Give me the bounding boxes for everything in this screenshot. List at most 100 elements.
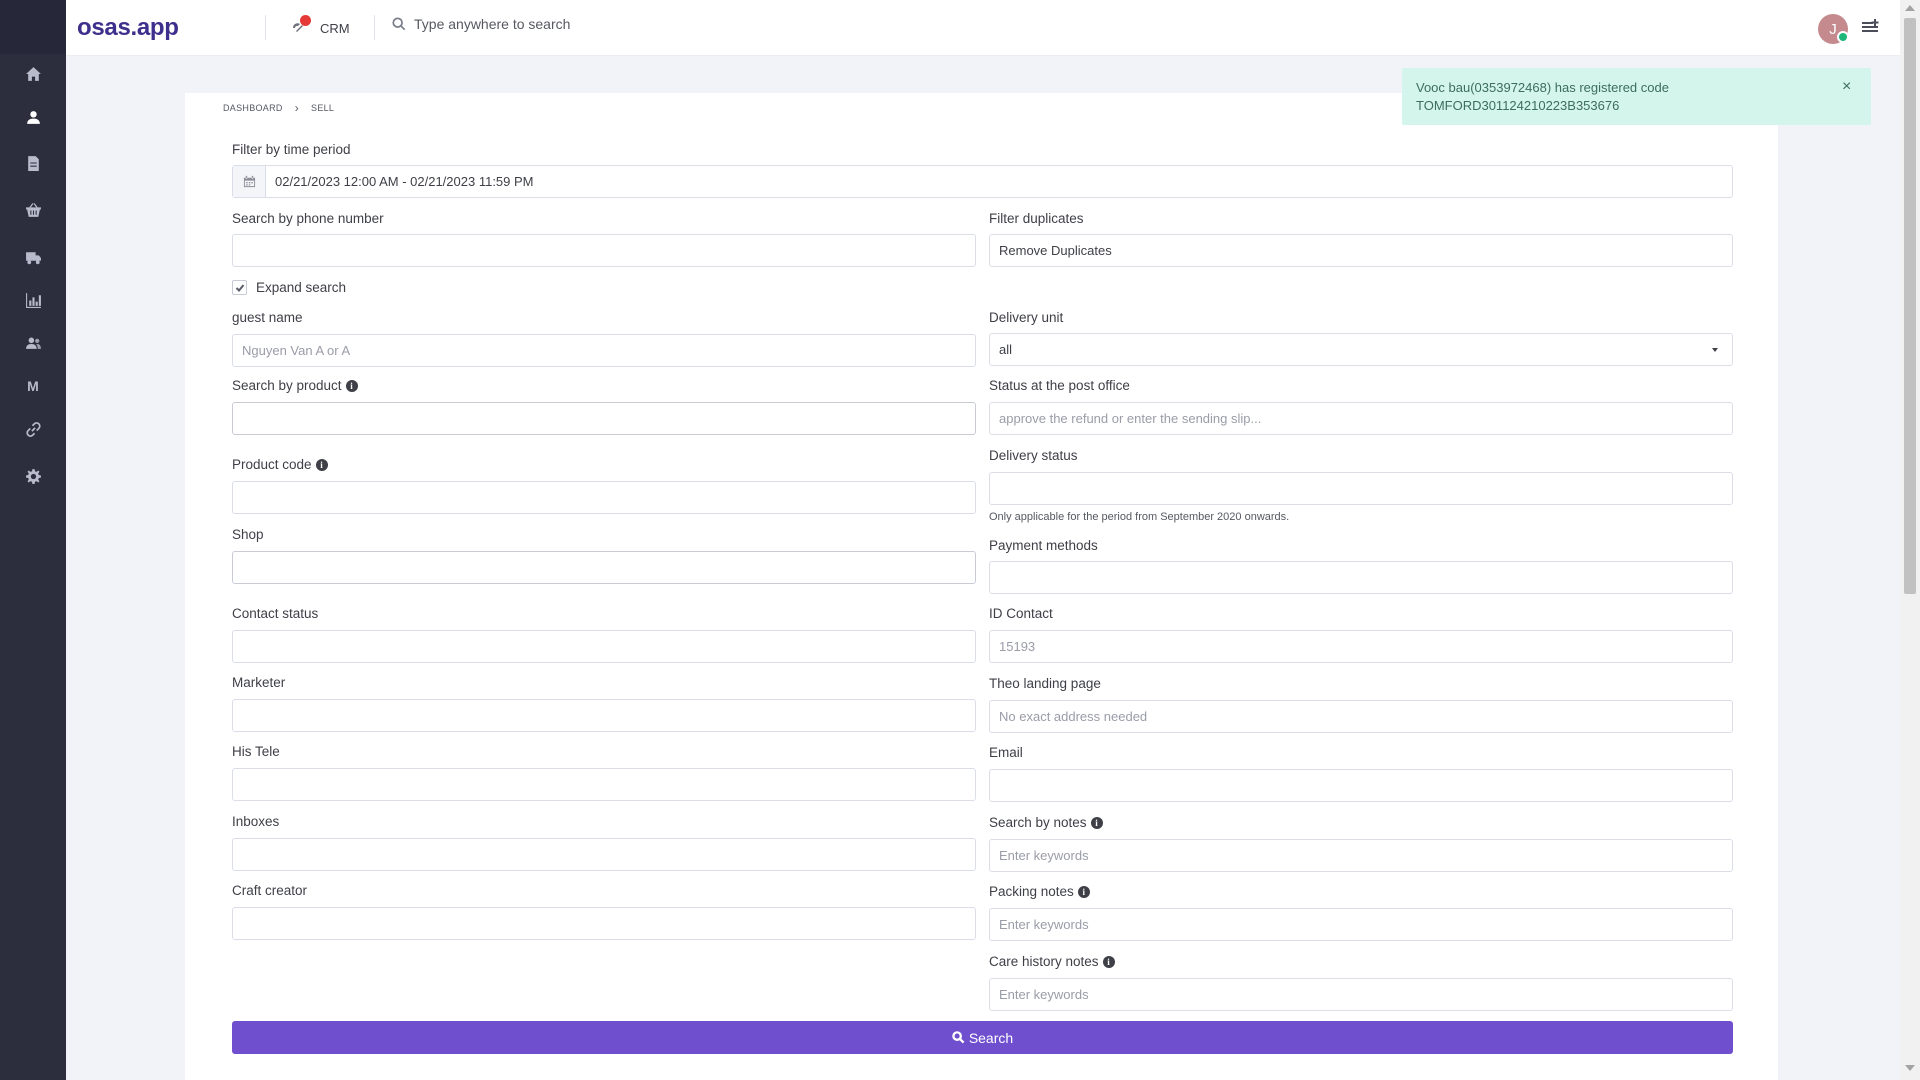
packing-label-text: Packing notes bbox=[989, 884, 1074, 899]
time-period-value: 02/21/2023 12:00 AM - 02/21/2023 11:59 P… bbox=[275, 174, 534, 189]
online-status-dot bbox=[1837, 31, 1849, 43]
contact-status-input[interactable] bbox=[232, 630, 976, 663]
packing-input[interactable] bbox=[989, 908, 1733, 941]
notification-dot bbox=[300, 15, 311, 26]
care-history-label-text: Care history notes bbox=[989, 954, 1099, 969]
inboxes-input[interactable] bbox=[232, 838, 976, 871]
global-search-input[interactable] bbox=[414, 16, 654, 32]
info-icon[interactable]: i bbox=[315, 458, 328, 471]
truck-icon[interactable] bbox=[19, 243, 47, 271]
filter-panel: DASHBOARD › SELL Filter by time period 0… bbox=[185, 93, 1778, 1080]
delivery-status-label: Delivery status bbox=[989, 448, 1078, 463]
global-search[interactable] bbox=[392, 16, 654, 32]
his-tele-input[interactable] bbox=[232, 768, 976, 801]
product-code-input[interactable] bbox=[232, 481, 976, 514]
top-header: osas.app CRM J bbox=[66, 0, 1900, 56]
header-divider bbox=[374, 15, 375, 40]
user-icon[interactable] bbox=[19, 103, 47, 131]
notification-toast: Vooc bau(0353972468) has registered code… bbox=[1402, 68, 1871, 125]
chevron-right-icon: › bbox=[294, 101, 300, 115]
phone-label: Search by phone number bbox=[232, 211, 384, 226]
close-icon[interactable]: × bbox=[1842, 78, 1851, 96]
landing-label: Theo landing page bbox=[989, 676, 1101, 691]
duplicates-label: Filter duplicates bbox=[989, 211, 1084, 226]
header-divider bbox=[265, 15, 266, 40]
home-icon[interactable] bbox=[19, 60, 47, 88]
craft-creator-input[interactable] bbox=[232, 907, 976, 940]
search-button-label: Search bbox=[968, 1029, 1014, 1046]
toast-message: Vooc bau(0353972468) has registered code… bbox=[1416, 80, 1669, 113]
product-code-label: Product code i bbox=[232, 457, 328, 472]
scroll-down-icon[interactable] bbox=[1905, 1065, 1915, 1071]
app-logo[interactable]: osas.app bbox=[77, 14, 179, 42]
page-scrollbar[interactable] bbox=[1900, 0, 1920, 1080]
chart-icon[interactable] bbox=[19, 286, 47, 314]
crm-icon bbox=[290, 15, 311, 37]
menu-toggle-icon[interactable] bbox=[1861, 18, 1879, 36]
basket-icon[interactable] bbox=[19, 196, 47, 224]
calendar-icon[interactable] bbox=[233, 166, 266, 197]
product-label-text: Search by product bbox=[232, 378, 342, 393]
duplicates-select[interactable]: Remove Duplicates bbox=[989, 234, 1733, 267]
expand-search-checkbox[interactable]: Expand search bbox=[232, 280, 346, 295]
payment-input[interactable] bbox=[989, 561, 1733, 594]
m-icon-letter: M bbox=[27, 378, 39, 394]
breadcrumb-sell: SELL bbox=[311, 103, 335, 113]
gear-icon[interactable] bbox=[19, 462, 47, 490]
search-icon bbox=[392, 17, 406, 31]
care-history-input[interactable] bbox=[989, 978, 1733, 1011]
link-icon[interactable] bbox=[19, 415, 47, 443]
delivery-unit-label: Delivery unit bbox=[989, 310, 1064, 325]
expand-search-label: Expand search bbox=[256, 280, 347, 295]
check-icon[interactable] bbox=[232, 280, 247, 295]
landing-input[interactable] bbox=[989, 700, 1733, 733]
search-button[interactable]: Search bbox=[232, 1021, 1733, 1054]
scroll-thumb[interactable] bbox=[1904, 18, 1916, 594]
breadcrumb-dashboard[interactable]: DASHBOARD bbox=[223, 103, 283, 113]
m-icon[interactable]: M bbox=[19, 372, 47, 400]
guest-name-input[interactable] bbox=[232, 334, 976, 367]
id-contact-input[interactable] bbox=[989, 630, 1733, 663]
crm-label: CRM bbox=[320, 20, 350, 36]
crm-menu[interactable]: CRM bbox=[290, 14, 350, 42]
shop-input[interactable] bbox=[232, 551, 976, 584]
inboxes-label: Inboxes bbox=[232, 814, 280, 829]
post-status-label: Status at the post office bbox=[989, 378, 1130, 393]
info-icon[interactable]: i bbox=[1090, 816, 1103, 829]
email-input[interactable] bbox=[989, 769, 1733, 802]
phone-input[interactable] bbox=[232, 234, 976, 267]
time-period-field[interactable]: 02/21/2023 12:00 AM - 02/21/2023 11:59 P… bbox=[232, 165, 1733, 198]
search-icon bbox=[952, 1031, 965, 1044]
notes-label: Search by notes i bbox=[989, 815, 1103, 830]
payment-label: Payment methods bbox=[989, 538, 1098, 553]
product-input[interactable] bbox=[232, 402, 976, 435]
email-label: Email bbox=[989, 745, 1023, 760]
duplicates-value: Remove Duplicates bbox=[999, 243, 1112, 258]
chevron-down-icon bbox=[1712, 348, 1718, 352]
guest-name-label: guest name bbox=[232, 310, 303, 325]
info-icon[interactable]: i bbox=[345, 379, 358, 392]
delivery-status-input[interactable] bbox=[989, 472, 1733, 505]
users-icon[interactable] bbox=[19, 329, 47, 357]
sidebar-header bbox=[0, 0, 66, 54]
marketer-input[interactable] bbox=[232, 699, 976, 732]
id-contact-label: ID Contact bbox=[989, 606, 1053, 621]
info-icon[interactable]: i bbox=[1077, 885, 1090, 898]
contact-status-label: Contact status bbox=[232, 606, 319, 621]
breadcrumb: DASHBOARD › SELL bbox=[223, 101, 334, 115]
marketer-label: Marketer bbox=[232, 675, 286, 690]
info-icon[interactable]: i bbox=[1102, 955, 1115, 968]
sidebar: M bbox=[0, 0, 66, 1080]
delivery-unit-value: all bbox=[999, 342, 1013, 357]
his-tele-label: His Tele bbox=[232, 744, 280, 759]
delivery-unit-select[interactable]: all bbox=[989, 333, 1733, 366]
notes-input[interactable] bbox=[989, 839, 1733, 872]
document-icon[interactable] bbox=[19, 149, 47, 177]
scroll-up-icon[interactable] bbox=[1905, 5, 1915, 11]
packing-label: Packing notes i bbox=[989, 884, 1090, 899]
time-period-label: Filter by time period bbox=[232, 142, 351, 157]
craft-creator-label: Craft creator bbox=[232, 883, 308, 898]
product-label: Search by product i bbox=[232, 378, 358, 393]
product-code-label-text: Product code bbox=[232, 457, 312, 472]
post-status-input[interactable] bbox=[989, 402, 1733, 435]
